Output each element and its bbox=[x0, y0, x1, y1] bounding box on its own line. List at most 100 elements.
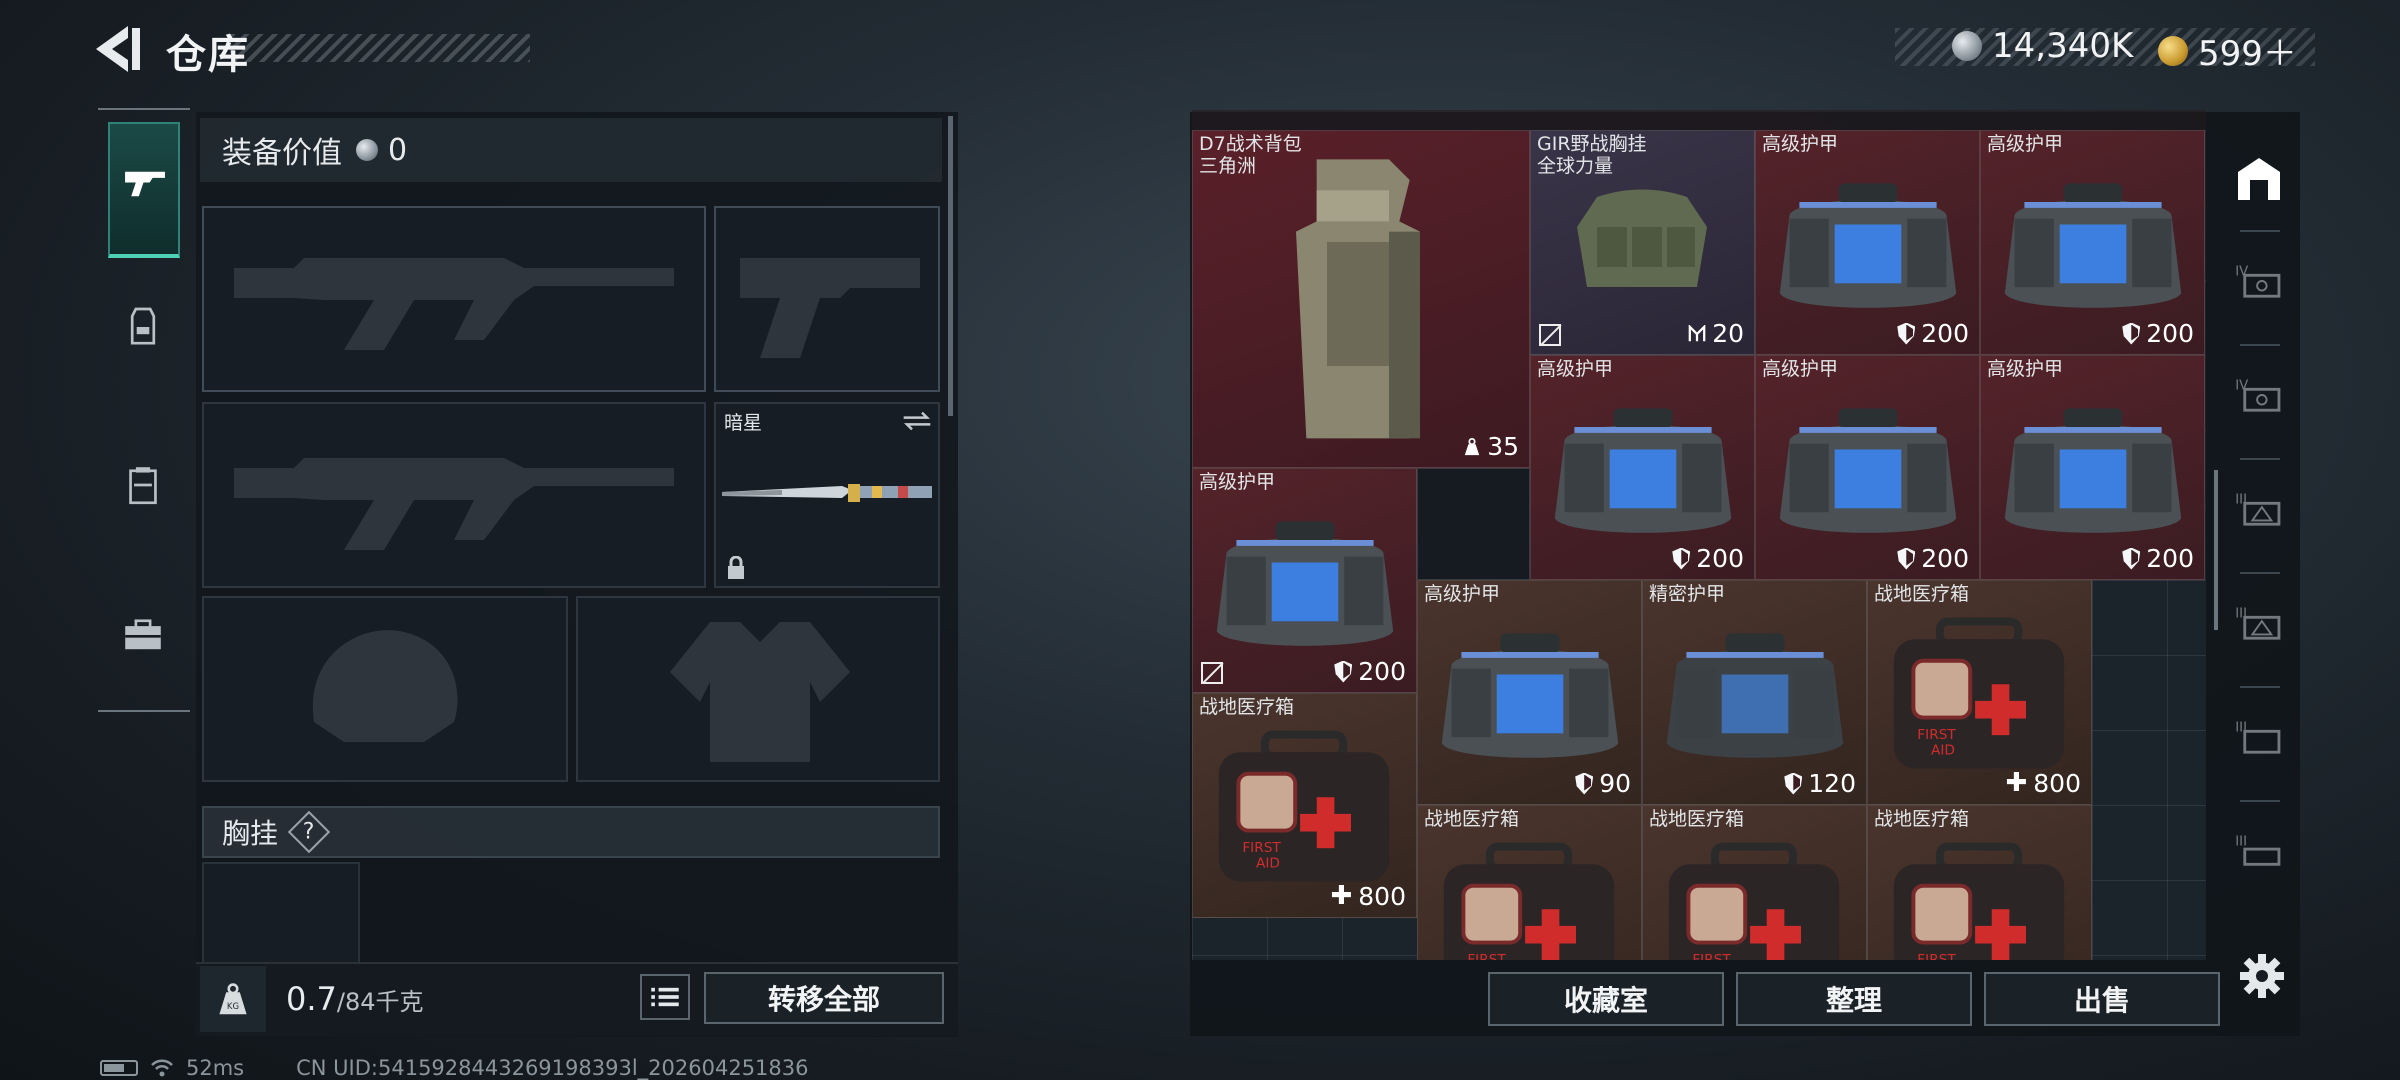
inventory-item-armor[interactable]: 高级护甲 200 bbox=[1755, 355, 1980, 580]
inventory-item-medkit[interactable]: FIRSTAID 战地医疗箱 bbox=[1417, 805, 1642, 960]
armor-shield-icon bbox=[1672, 547, 1691, 570]
help-icon[interactable]: ? bbox=[287, 810, 331, 854]
sell-button[interactable]: 出售 bbox=[1984, 972, 2220, 1026]
equipment-value-header: 装备价值 0 bbox=[200, 118, 942, 182]
tab-storage-3d[interactable]: III bbox=[2228, 820, 2290, 882]
inventory-item-armor[interactable]: 高级护甲 200 bbox=[1980, 355, 2205, 580]
secondary-weapon-slot[interactable] bbox=[202, 402, 706, 588]
primary-weapon-slot[interactable] bbox=[202, 206, 706, 392]
tab-storage-4a[interactable]: IV bbox=[2228, 250, 2290, 312]
inventory-item-armor[interactable]: 高级护甲 200 bbox=[1980, 130, 2205, 355]
safe-box-icon: IV bbox=[2235, 264, 2281, 298]
item-name: 高级护甲 bbox=[1987, 358, 2064, 380]
briefcase-icon bbox=[125, 619, 161, 650]
melee-slot[interactable]: 暗星 bbox=[714, 402, 940, 588]
back-arrow-icon[interactable] bbox=[96, 24, 142, 74]
capacity-icon bbox=[1688, 324, 1706, 341]
tab-storage-3b[interactable]: III bbox=[2228, 592, 2290, 654]
gold-currency[interactable]: 599＋ bbox=[2158, 26, 2297, 75]
inventory-item-armor[interactable]: 高级护甲 200 bbox=[1192, 468, 1417, 693]
item-name: 高级护甲 bbox=[1199, 471, 1276, 493]
armor-bag-image bbox=[2004, 183, 2182, 308]
weight-icon: KG bbox=[200, 966, 266, 1032]
weight-current: 0.7 bbox=[286, 980, 337, 1018]
loadout-category-rail bbox=[98, 108, 190, 712]
empty-grid-cell[interactable] bbox=[1417, 468, 1530, 580]
heal-plus-icon: ✚ bbox=[2005, 768, 2028, 798]
equipment-scrollbar[interactable] bbox=[948, 116, 953, 416]
settings-gear-icon[interactable] bbox=[2238, 952, 2286, 1000]
weight-small-icon bbox=[1464, 437, 1480, 455]
armor-bag-image bbox=[1554, 408, 1732, 533]
inventory-grid[interactable]: 45 33 35 D7战术背包三角洲 35 GIR野战胸挂全球力量 20 高级护… bbox=[1192, 130, 2206, 960]
svg-text:AID: AID bbox=[1931, 743, 1955, 759]
item-name: 高级护甲 bbox=[1762, 358, 1839, 380]
inventory-item-precision-armor[interactable]: 精密护甲 120 bbox=[1642, 580, 1867, 805]
swap-icon[interactable] bbox=[902, 410, 932, 432]
chest-rig-slot[interactable] bbox=[202, 862, 360, 962]
item-value: 90 bbox=[1575, 769, 1631, 798]
pistol-slot[interactable] bbox=[714, 206, 940, 392]
storage-tab-rail: IV IV III III III III bbox=[2222, 142, 2296, 932]
helmet-slot[interactable] bbox=[202, 596, 568, 782]
tab-main-storage[interactable] bbox=[2228, 148, 2290, 210]
inventory-item-chest-rig[interactable]: GIR野战胸挂 全球力量 20 bbox=[1530, 130, 1755, 355]
tab-case[interactable] bbox=[108, 600, 178, 670]
case-icon: III bbox=[2235, 720, 2281, 754]
item-name: 战地医疗箱 bbox=[1199, 696, 1295, 718]
gold-coin-icon bbox=[2158, 35, 2188, 66]
rifle-silhouette-icon bbox=[234, 458, 674, 550]
item-value: 200 bbox=[1334, 657, 1406, 686]
tab-helmet[interactable] bbox=[108, 292, 178, 362]
svg-text:AID: AID bbox=[1256, 856, 1280, 872]
inventory-item-backpack[interactable]: D7战术背包 三角洲 35 bbox=[1192, 130, 1530, 468]
tab-chest-rig[interactable] bbox=[108, 450, 178, 520]
inventory-item-medkit[interactable]: FIRSTAID 战地医疗箱 bbox=[1642, 805, 1867, 960]
tab-storage-3c[interactable]: III bbox=[2228, 706, 2290, 768]
svg-text:FIRST: FIRST bbox=[1692, 952, 1731, 960]
collection-room-button[interactable]: 收藏室 bbox=[1488, 972, 1724, 1026]
chest-rig-image bbox=[1577, 189, 1707, 287]
pistol-silhouette-icon bbox=[740, 258, 920, 358]
inventory-item-armor[interactable]: 高级护甲 200 bbox=[1530, 355, 1755, 580]
transfer-all-button[interactable]: 转移全部 bbox=[704, 972, 944, 1024]
item-name: 战地医疗箱 bbox=[1424, 808, 1520, 830]
case-icon: III bbox=[2235, 834, 2281, 866]
item-value: ✚ 800 bbox=[1330, 881, 1406, 911]
svg-text:IV: IV bbox=[2235, 264, 2248, 279]
tab-storage-4b[interactable]: IV bbox=[2228, 364, 2290, 426]
silver-amount: 14,340K bbox=[1992, 26, 2134, 66]
first-aid-kit-image: FIRSTAID bbox=[1443, 842, 1615, 960]
tab-storage-3a[interactable]: III bbox=[2228, 478, 2290, 540]
first-aid-kit-image: FIRSTAID bbox=[1893, 842, 2065, 960]
knife-image bbox=[722, 484, 932, 502]
armor-bag-image bbox=[2004, 408, 2182, 533]
first-aid-kit-image: FIRSTAID bbox=[1218, 730, 1390, 882]
uid: CN UID:5415928443269198393l_202604251836 bbox=[296, 1056, 809, 1080]
item-value: 120 bbox=[1784, 769, 1856, 798]
inventory-item-armor[interactable]: 高级护甲 90 bbox=[1417, 580, 1642, 805]
list-view-button[interactable] bbox=[640, 974, 690, 1020]
sort-button[interactable]: 整理 bbox=[1736, 972, 1972, 1026]
silver-coin-icon bbox=[1952, 31, 1982, 61]
inventory-scrollbar[interactable] bbox=[2214, 470, 2218, 630]
armor-bag-image bbox=[1779, 408, 1957, 533]
inventory-item-medkit[interactable]: FIRSTAID 战地医疗箱 bbox=[1867, 805, 2092, 960]
armor-bag-image bbox=[1441, 633, 1619, 758]
inventory-item-armor[interactable]: 高级护甲 200 bbox=[1755, 130, 1980, 355]
rifle-silhouette-icon bbox=[234, 258, 674, 350]
inventory-item-medkit[interactable]: FIRST AID 战地医疗箱 ✚ 800 bbox=[1192, 693, 1417, 918]
item-value: 200 bbox=[2122, 319, 2194, 348]
armor-bag-image bbox=[1216, 521, 1394, 646]
svg-text:FIRST: FIRST bbox=[1242, 840, 1281, 856]
silver-coin-icon bbox=[356, 139, 378, 161]
item-name: GIR野战胸挂 全球力量 bbox=[1537, 133, 1647, 177]
chest-rig-icon bbox=[129, 467, 157, 505]
backpack-image bbox=[1296, 159, 1420, 439]
tab-weapons[interactable] bbox=[108, 122, 180, 258]
armor-slot[interactable] bbox=[576, 596, 940, 782]
inventory-item-medkit[interactable]: FIRST AID 战地医疗箱 ✚ 800 bbox=[1867, 580, 2092, 805]
weight-readout: 0.7/84千克 bbox=[286, 980, 424, 1018]
untradeable-icon bbox=[1539, 324, 1561, 346]
item-value: 200 bbox=[1897, 544, 1969, 573]
